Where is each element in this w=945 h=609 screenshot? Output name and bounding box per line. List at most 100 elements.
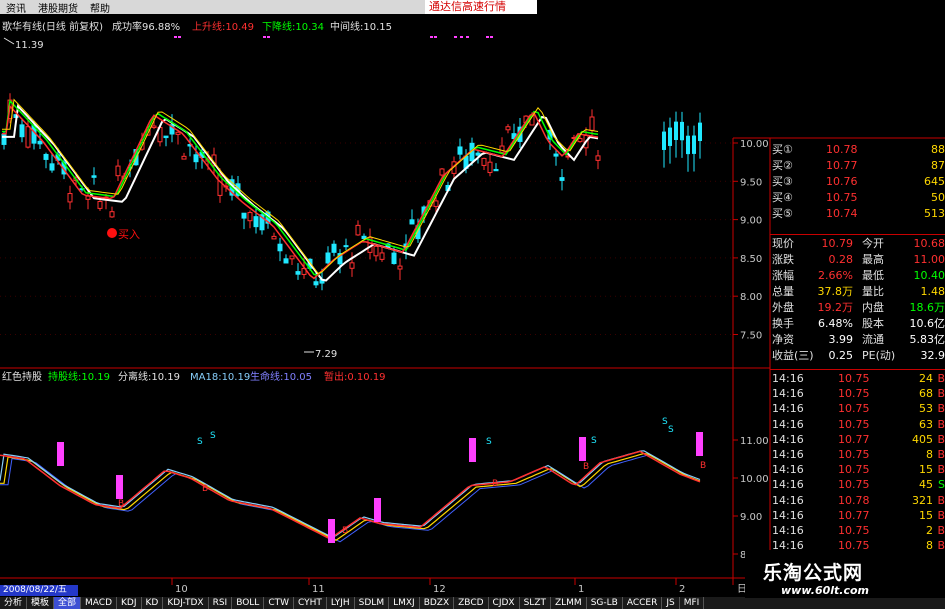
candle-body [67,193,73,203]
candle-body [698,122,702,142]
signal-tick [430,36,433,38]
buy-marker: B [700,461,706,471]
signal-tick [454,36,457,38]
candle-body [553,153,559,157]
indicator-tab-模板[interactable]: 模板 [27,597,55,609]
indicator-tab-sg-lb[interactable]: SG-LB [587,597,623,609]
tick-row: 14:16 10.75 53 B [770,401,945,417]
bid-price: 10.78 [826,143,858,156]
tick-time: 14:16 [772,508,804,522]
indicator-tab-kdj[interactable]: KDJ [117,597,142,609]
stat-label: 最低 [862,269,884,282]
stat-value: 5.83亿 [909,333,945,346]
candle-body [668,127,672,146]
stat-row: 外盘 19.2万 内盘 18.6万 [770,300,945,316]
tick-volume: 24 [919,372,933,385]
tick-volume: 68 [919,387,933,401]
signal-tick [174,36,177,38]
indicator-tab-分析[interactable]: 分析 [0,597,28,609]
indicator-tab-macd[interactable]: MACD [81,597,118,609]
high-marker-arrow [3,37,15,45]
indicator-tab-zlmm[interactable]: ZLMM [551,597,587,609]
menu-item-help[interactable]: 帮助 [84,0,116,15]
tick-time: 14:16 [772,387,804,401]
indicator-tab-bar: 分析 模板 全部 MACD KDJ KD KDJ-TDX RSI BOLL CTW CYHT LYJH… [0,597,945,609]
indicator-tab-kd[interactable]: KD [142,597,164,609]
main-legend-item: 歌华有线(日线 前复权) [2,20,103,33]
indicator-tab-cjdx[interactable]: CJDX [489,597,520,609]
stat-value: 18.6万 [909,301,945,314]
sub-legend-item: 红色持股 [2,370,42,383]
tick-row: 14:16 10.77 405 B [770,432,945,448]
signal-tick [178,36,181,38]
sub-legend-item: MA18:10.19 [190,372,250,383]
tick-time: 14:16 [772,463,804,477]
candle-body [247,212,253,222]
candle-body [163,135,169,139]
main-legend-item: 成功率96.88% [112,20,180,33]
tick-volume: 15 [919,508,933,522]
tick-row: 14:16 10.75 45 S [770,477,945,493]
tick-price: 10.78 [838,493,870,507]
candle-body [343,245,349,248]
indicator-tab-mfi[interactable]: MFI [680,597,705,609]
stat-value: 1.48 [920,285,945,298]
indicator-tab-cyht[interactable]: CYHT [294,597,327,609]
tick-direction: B [937,387,945,401]
candle-body [397,265,403,270]
indicator-tab-lmxj[interactable]: LMXJ [389,597,420,609]
tick-direction: B [937,524,945,537]
indicator-tab-accer[interactable]: ACCER [623,597,663,609]
signal-bar [579,437,586,461]
main-legend-item: 下降线:10.34 [262,20,324,33]
candle-body [481,157,487,166]
indicator-tab-kdj-tdx[interactable]: KDJ-TDX [163,597,209,609]
stat-value: 6.48% [818,317,853,330]
stat-value: 19.2万 [817,301,854,314]
tick-row: 14:16 10.75 15 B [770,462,945,478]
bid-volume: 88 [931,143,945,156]
stat-label: 涨跌 [772,253,794,266]
ad-banner[interactable]: 通达信高速行情 [425,0,537,14]
stat-value: 2.66% [818,269,853,282]
indicator-tab-ctw[interactable]: CTW [264,597,295,609]
menu-item-hk-futures[interactable]: 港股期货 [32,0,84,15]
x-tick-label: 1 [578,584,584,595]
sell-marker: S [197,437,203,447]
tick-direction: B [937,448,945,461]
tick-time: 14:16 [772,372,804,385]
candle-body [277,243,283,252]
tick-volume: 8 [926,448,933,461]
indicator-tab-js[interactable]: JS [662,597,680,609]
tick-row: 14:16 10.78 321 B [770,493,945,509]
tick-time: 14:16 [772,417,804,431]
indicator-tab-全部[interactable]: 全部 [54,597,82,609]
indicator-tab-zbcd[interactable]: ZBCD [454,597,489,609]
indicator-tab-rsi[interactable]: RSI [209,597,233,609]
tick-price: 10.75 [838,524,870,537]
indicator-tab-sdlm[interactable]: SDLM [355,597,390,609]
candle-body [487,161,493,174]
candle-body [499,145,505,153]
buy-marker: B [342,526,348,536]
candle-body [349,262,355,269]
stat-value: 10.79 [821,237,854,250]
tick-volume: 2 [926,524,933,537]
sell-marker: S [591,436,597,446]
bid-label: 买④ [772,191,793,204]
bid-label: 买⑤ [772,207,793,220]
tick-price: 10.75 [838,372,870,385]
candle-body [175,131,181,135]
indicator-tab-lyjh[interactable]: LYJH [327,597,355,609]
y-tick-label: 10.00 [740,139,769,150]
tick-row: 14:16 10.77 15 B [770,508,945,524]
tick-volume: 63 [919,417,933,431]
bid-volume: 645 [924,175,945,188]
indicator-tab-bdzx[interactable]: BDZX [420,597,455,609]
indicator-tab-boll[interactable]: BOLL [232,597,265,609]
candle-body [692,135,696,154]
menu-item-news[interactable]: 资讯 [0,0,32,15]
indicator-tab-slzt[interactable]: SLZT [520,597,551,609]
stat-label: 换手 [772,317,794,330]
stat-label: 流通 [862,333,884,346]
